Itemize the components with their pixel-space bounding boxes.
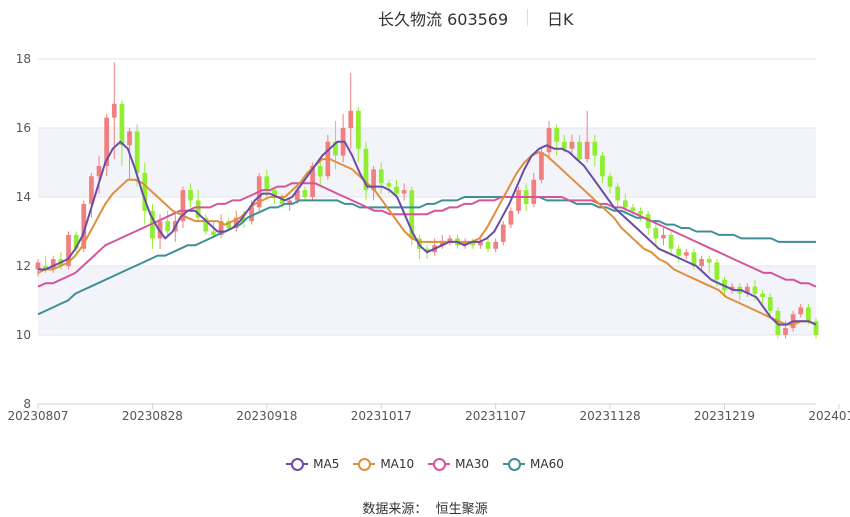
- candle-body[interactable]: [569, 141, 575, 149]
- candle-body[interactable]: [668, 234, 674, 249]
- grid-band: [38, 59, 816, 128]
- legend-item-ma60[interactable]: MA60: [503, 457, 564, 471]
- candle-body[interactable]: [516, 190, 521, 211]
- candle-body[interactable]: [561, 141, 567, 149]
- candle-body[interactable]: [386, 183, 392, 187]
- candle-body[interactable]: [767, 297, 773, 311]
- y-tick-label: 12: [16, 259, 31, 273]
- candle-body[interactable]: [706, 259, 712, 263]
- candle-body[interactable]: [111, 103, 117, 118]
- candle-body[interactable]: [500, 224, 506, 242]
- candle-body[interactable]: [752, 286, 758, 294]
- candle-body[interactable]: [653, 228, 659, 239]
- grid-band: [38, 128, 816, 197]
- candle-body[interactable]: [508, 210, 514, 225]
- candle-body[interactable]: [615, 186, 621, 201]
- legend-label: MA30: [455, 457, 490, 471]
- x-tick-label: 20230828: [122, 409, 183, 423]
- legend-marker: [503, 458, 526, 471]
- candle-body[interactable]: [798, 307, 804, 315]
- y-tick-label: 10: [16, 328, 31, 342]
- candle-body[interactable]: [355, 110, 361, 149]
- candle-body[interactable]: [119, 103, 125, 146]
- candle-body[interactable]: [378, 169, 384, 184]
- candle-body[interactable]: [584, 141, 590, 160]
- candle-body[interactable]: [760, 293, 765, 298]
- y-tick-label: 18: [16, 52, 31, 66]
- candle-body[interactable]: [394, 186, 399, 194]
- candle-body[interactable]: [676, 248, 682, 256]
- candle-body[interactable]: [401, 190, 407, 194]
- candle-body[interactable]: [485, 241, 491, 249]
- candle-body[interactable]: [531, 179, 537, 204]
- candle-body[interactable]: [493, 241, 499, 249]
- candle-body[interactable]: [317, 165, 323, 177]
- legend-marker: [286, 458, 309, 471]
- legend-label: MA10: [380, 457, 415, 471]
- candle-body[interactable]: [699, 259, 704, 266]
- candle-body[interactable]: [783, 328, 788, 335]
- candle-body[interactable]: [539, 152, 544, 180]
- candle-body[interactable]: [638, 210, 643, 215]
- candle-body[interactable]: [546, 128, 552, 153]
- legend-item-ma30[interactable]: MA30: [428, 457, 489, 471]
- candle-body[interactable]: [127, 131, 132, 146]
- candle-body[interactable]: [661, 234, 666, 239]
- x-tick-label: 20231219: [694, 409, 755, 423]
- candle-body[interactable]: [806, 307, 811, 322]
- source-name: 恒生聚源: [435, 502, 488, 517]
- legend-marker: [353, 458, 376, 471]
- legend-item-ma10[interactable]: MA10: [353, 457, 414, 471]
- y-tick-label: 16: [16, 121, 31, 135]
- x-tick-label: 20240110: [808, 409, 850, 423]
- source-label: 数据来源：: [362, 502, 428, 517]
- candle-body[interactable]: [607, 176, 613, 187]
- candle-body[interactable]: [630, 207, 636, 211]
- candle-body[interactable]: [134, 131, 140, 173]
- candle-body[interactable]: [622, 200, 628, 208]
- candle-body[interactable]: [683, 252, 689, 256]
- candlestick-chart[interactable]: 8101214161820230807 20230828 20230918 20231…: [0, 0, 850, 440]
- candle-body[interactable]: [165, 221, 171, 232]
- candle-body[interactable]: [554, 128, 560, 142]
- legend-label: MA5: [313, 457, 340, 471]
- candle-body[interactable]: [714, 262, 720, 280]
- grid-band: [38, 335, 816, 404]
- x-tick-label: 20230918: [236, 409, 297, 423]
- candle-body[interactable]: [211, 231, 216, 235]
- x-tick-label: 20231128: [580, 409, 641, 423]
- y-tick-label: 14: [16, 190, 31, 204]
- legend-marker: [428, 458, 451, 471]
- x-tick-label: 20231107: [465, 409, 526, 423]
- data-source: 数据来源： 恒生聚源: [0, 498, 850, 517]
- x-tick-label: 20230807: [7, 409, 68, 423]
- legend-label: MA60: [530, 457, 564, 471]
- candle-body[interactable]: [348, 110, 354, 128]
- candle-body[interactable]: [264, 176, 270, 191]
- legend-item-ma5[interactable]: MA5: [286, 457, 339, 471]
- chart-legend: MA5 MA10 MA30 MA60: [0, 457, 850, 471]
- candle-body[interactable]: [302, 190, 308, 197]
- candle-body[interactable]: [577, 141, 582, 160]
- candle-body[interactable]: [600, 155, 605, 177]
- candle-body[interactable]: [188, 190, 193, 201]
- candle-body[interactable]: [592, 141, 598, 156]
- x-tick-label: 20231017: [351, 409, 412, 423]
- grid-band: [38, 266, 816, 335]
